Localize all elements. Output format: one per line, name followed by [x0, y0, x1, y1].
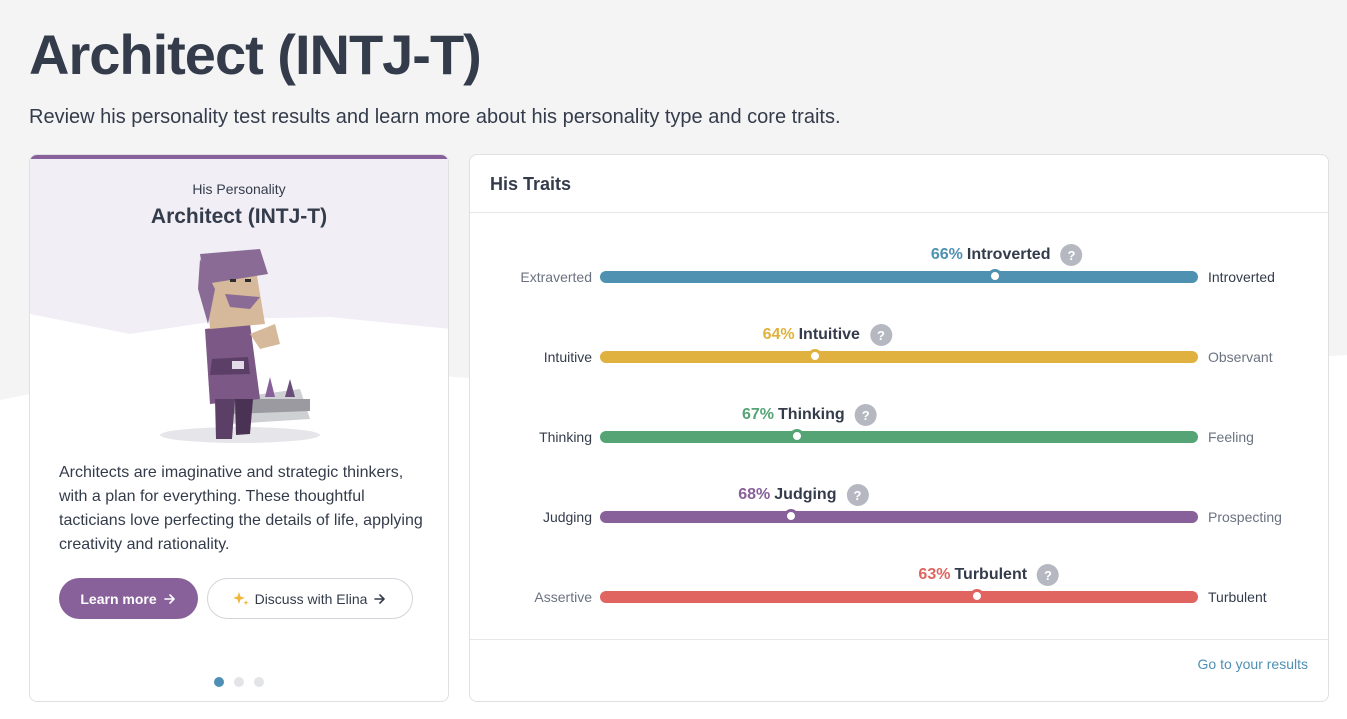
trait-name: Thinking	[778, 406, 845, 423]
trait-row: 68% Judging? Judging Prospecting	[470, 483, 1330, 543]
trait-heading: 67% Thinking?	[742, 403, 877, 427]
trait-bar	[600, 509, 1198, 523]
trait-knob	[790, 429, 805, 443]
trait-percent: 68%	[738, 486, 771, 503]
carousel-dots	[30, 677, 448, 687]
traits-card-header: His Traits	[470, 155, 1328, 213]
traits-card-title: His Traits	[490, 174, 572, 194]
trait-bar	[600, 349, 1198, 363]
trait-percent: 64%	[762, 326, 795, 343]
trait-row: 64% Intuitive? Intuitive Observant	[470, 323, 1330, 383]
trait-bar	[600, 429, 1198, 443]
question-icon[interactable]: ?	[854, 404, 877, 426]
personality-card: His Personality Architect (INTJ-T) Archi…	[29, 154, 449, 702]
arrow-right-icon	[374, 593, 386, 604]
trait-left-label: Judging	[542, 509, 592, 525]
trait-row: 67% Thinking? Thinking Feeling	[470, 403, 1330, 463]
trait-left-label: Extraverted	[520, 269, 592, 285]
trait-row: 63% Turbulent? Assertive Turbulent	[470, 563, 1330, 623]
trait-heading: 68% Judging?	[738, 483, 869, 507]
traits-card-footer: Go to your results	[470, 639, 1328, 701]
trait-left-label: Assertive	[534, 589, 592, 605]
trait-heading: 63% Turbulent?	[918, 563, 1060, 587]
question-icon[interactable]: ?	[869, 324, 892, 346]
trait-percent: 63%	[918, 566, 951, 583]
sparkle-icon	[232, 591, 249, 605]
discuss-button[interactable]: Discuss with Elina	[207, 578, 413, 619]
question-icon[interactable]: ?	[1060, 244, 1083, 266]
trait-right-label: Feeling	[1208, 429, 1254, 445]
architect-illustration	[160, 249, 320, 443]
page-subtitle: Review his personality test results and …	[29, 106, 841, 128]
carousel-dot[interactable]	[214, 677, 224, 687]
go-to-results-link[interactable]: Go to your results	[1198, 656, 1309, 672]
trait-left-label: Thinking	[539, 429, 592, 445]
trait-knob	[808, 349, 823, 363]
carousel-dot[interactable]	[234, 677, 244, 687]
carousel-dot[interactable]	[254, 677, 264, 687]
trait-right-label: Prospecting	[1208, 509, 1282, 525]
trait-percent: 67%	[741, 406, 775, 423]
trait-heading: 64% Intuitive?	[763, 323, 892, 347]
trait-right-label: Observant	[1208, 349, 1273, 365]
page-title: Architect (INTJ-T)	[29, 23, 482, 86]
trait-row: 66% Introverted? Extraverted Introverted	[470, 243, 1330, 303]
arrow-right-icon	[163, 593, 175, 604]
card-hero: His Personality Architect (INTJ-T)	[30, 159, 448, 469]
trait-name: Introverted	[966, 246, 1051, 263]
trait-percent: 66%	[930, 246, 963, 263]
trait-name: Turbulent	[954, 566, 1028, 583]
personality-description: Architects are imaginative and strategic…	[59, 464, 423, 553]
discuss-label: Discuss with Elina	[254, 590, 368, 607]
learn-more-button[interactable]: Learn more	[59, 578, 198, 619]
card-type-title: Architect (INTJ-T)	[150, 205, 328, 228]
question-icon[interactable]: ?	[846, 484, 869, 506]
traits-card: His Traits 66% Introverted? Extraverted Int…	[469, 154, 1329, 702]
trait-name: Intuitive	[798, 326, 860, 343]
trait-knob	[969, 589, 984, 603]
trait-right-label: Turbulent	[1208, 589, 1267, 605]
learn-more-label: Learn more	[80, 590, 157, 607]
trait-heading: 66% Introverted?	[931, 243, 1083, 267]
trait-right-label: Introverted	[1208, 269, 1275, 285]
card-kicker: His Personality	[192, 181, 286, 197]
question-icon[interactable]: ?	[1037, 564, 1060, 586]
trait-knob	[987, 269, 1002, 283]
trait-knob	[784, 509, 799, 523]
trait-left-label: Intuitive	[543, 349, 592, 365]
trait-bar	[600, 269, 1198, 283]
trait-bar	[600, 589, 1198, 603]
trait-name: Judging	[774, 486, 837, 503]
